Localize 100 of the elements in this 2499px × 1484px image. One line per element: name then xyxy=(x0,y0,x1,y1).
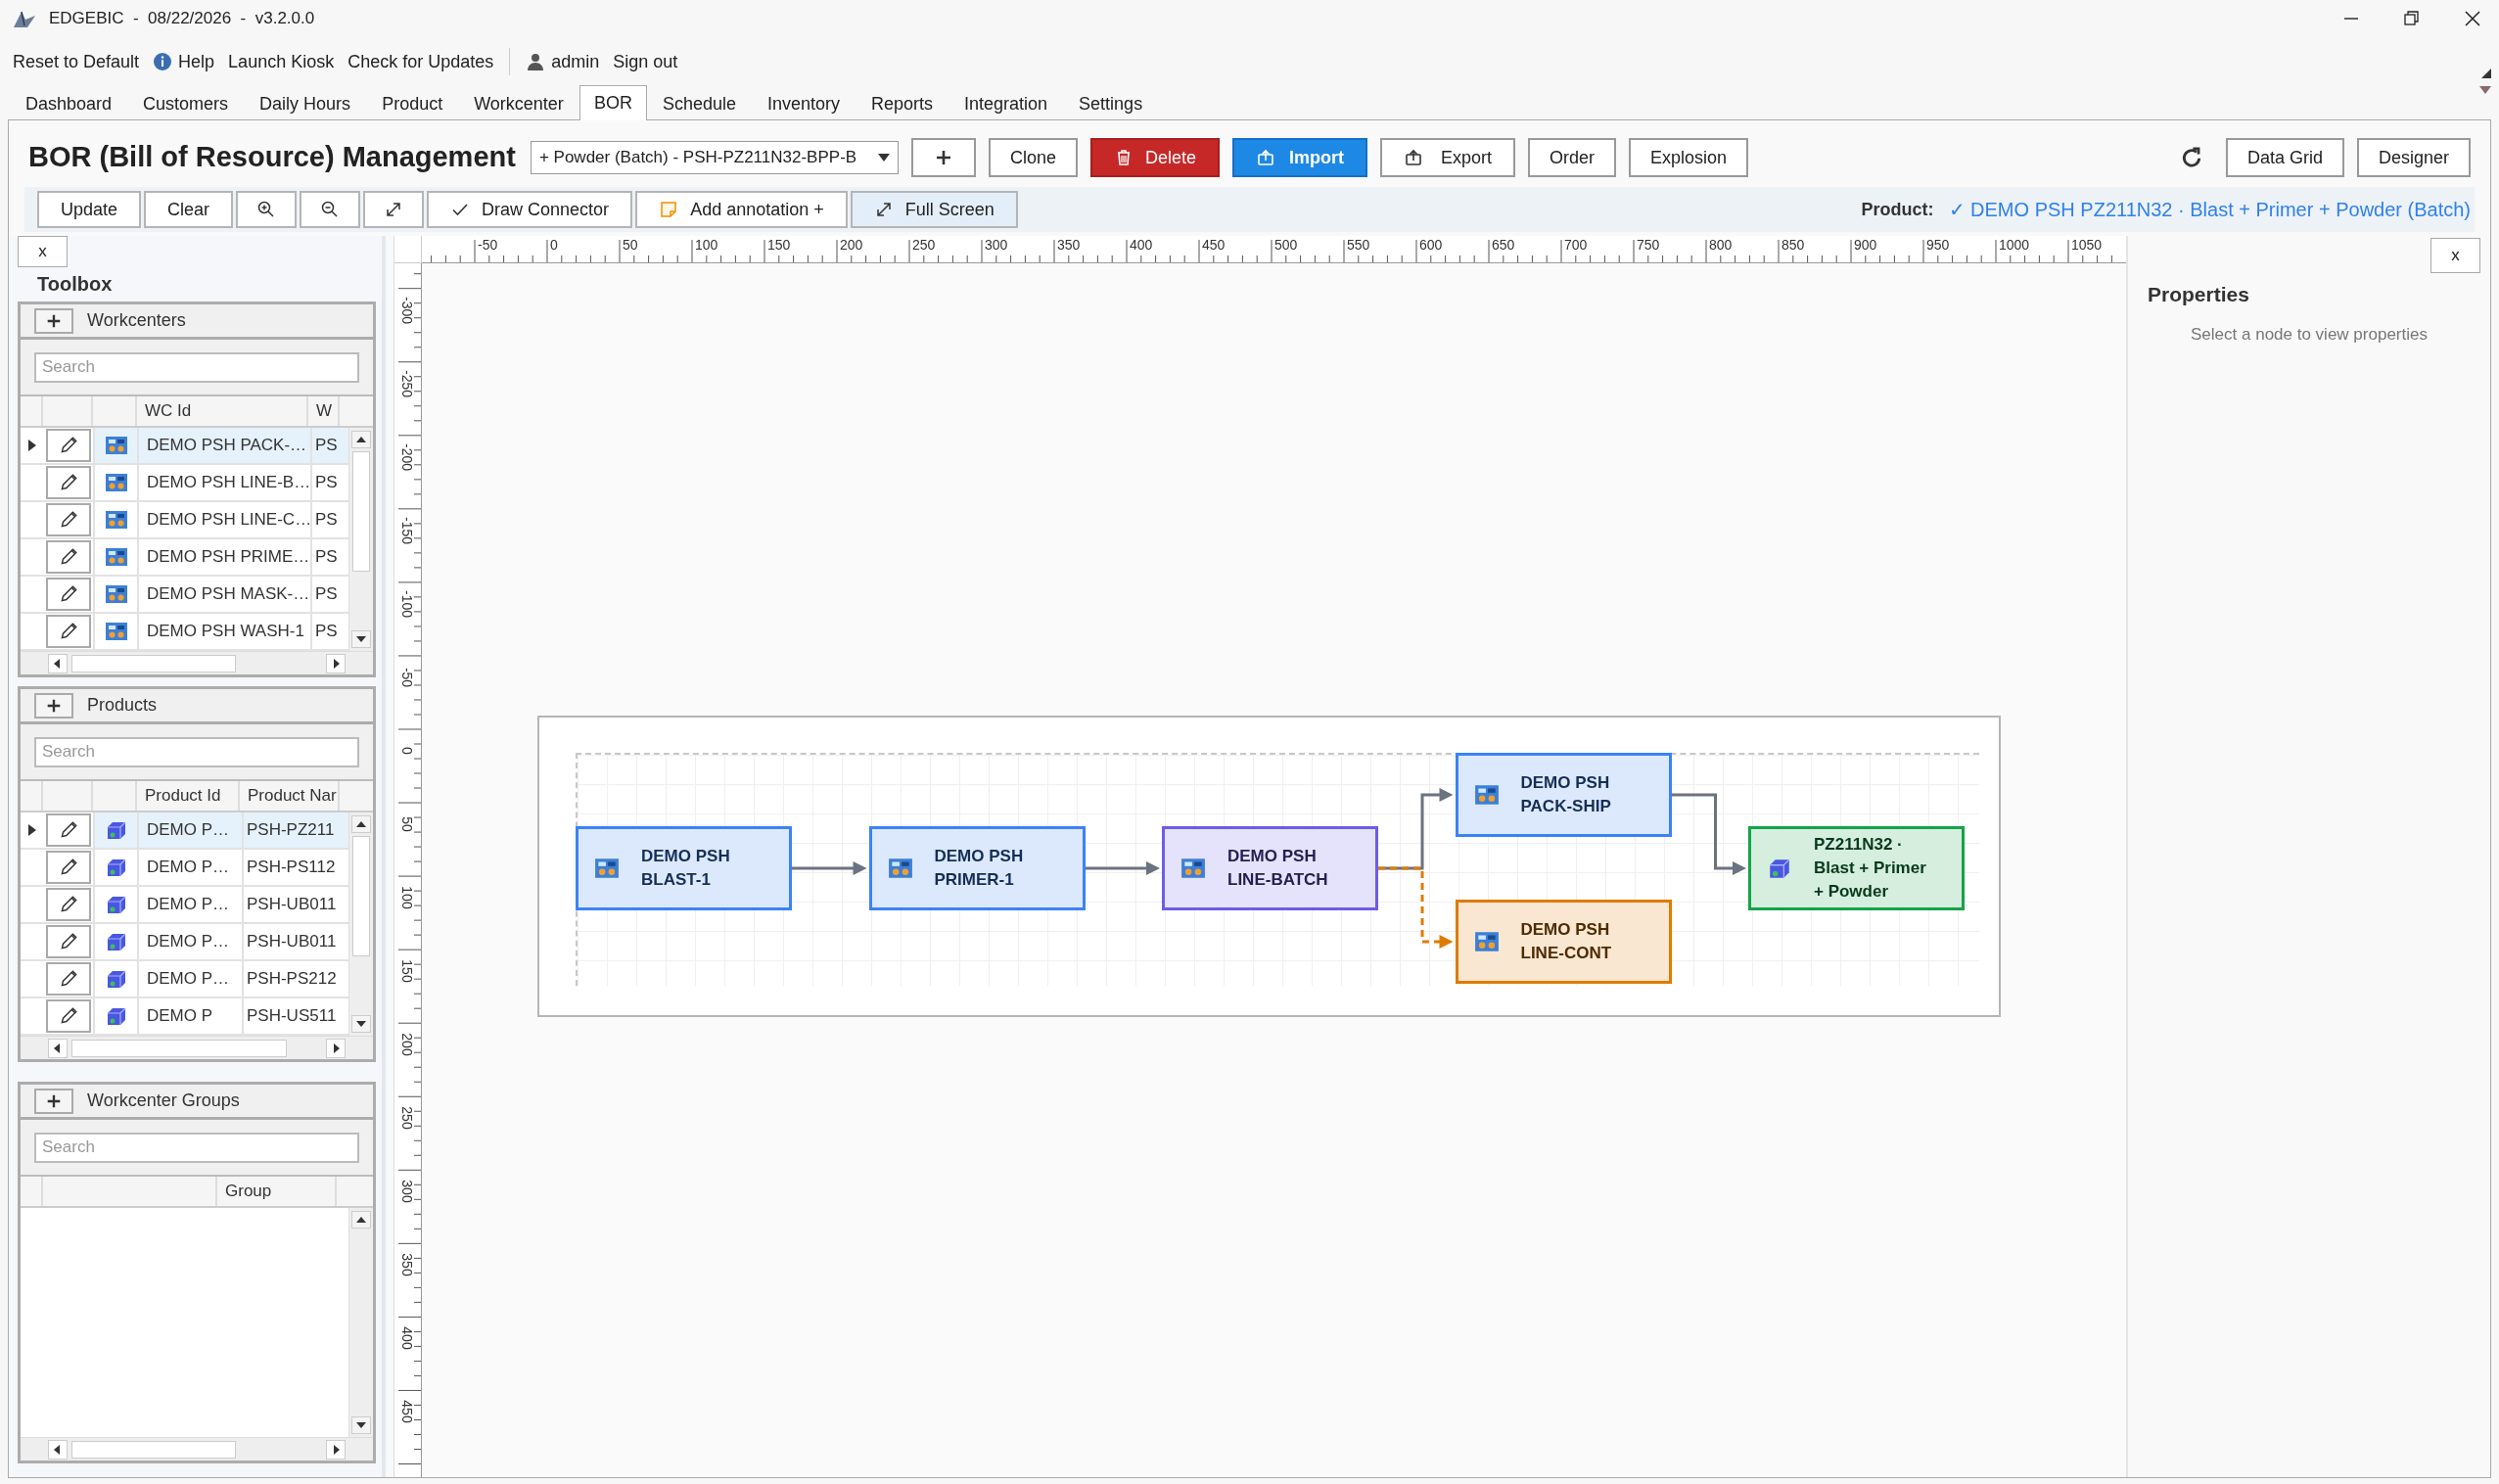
action-button[interactable]: Designer xyxy=(2356,138,2471,177)
tab[interactable]: Product xyxy=(366,88,459,119)
column-header[interactable]: W xyxy=(316,398,333,424)
table-cell[interactable]: PSH-PS212 xyxy=(247,966,337,992)
scroll-left-icon[interactable] xyxy=(48,1439,68,1460)
table-cell[interactable]: PSH-US511 xyxy=(247,1003,337,1029)
close-button[interactable]: x xyxy=(18,236,68,267)
vertical-scrollbar[interactable] xyxy=(348,428,373,651)
scroll-down-icon[interactable] xyxy=(351,1015,371,1033)
table-cell[interactable]: PSH-UB011 xyxy=(247,892,337,917)
action-button[interactable]: Export xyxy=(1379,138,1515,177)
connector-arrow[interactable] xyxy=(1378,866,1454,949)
scroll-down-icon[interactable] xyxy=(351,1416,371,1434)
action-button[interactable]: Order xyxy=(1528,138,1616,177)
edit-button[interactable] xyxy=(45,888,91,921)
edit-button[interactable] xyxy=(45,466,91,499)
table-cell[interactable]: DEMO PSH PRIME… xyxy=(147,544,310,570)
column-header[interactable]: Group xyxy=(225,1179,272,1204)
scroll-right-icon[interactable] xyxy=(326,1439,346,1460)
scroll-up-icon[interactable] xyxy=(351,815,371,833)
scroll-right-icon[interactable] xyxy=(326,653,346,673)
scroll-thumb[interactable] xyxy=(352,451,370,572)
connector-arrow[interactable] xyxy=(1671,793,1746,875)
tab[interactable]: Dashboard xyxy=(10,88,128,119)
edit-button[interactable] xyxy=(45,615,91,648)
search-field[interactable]: Search xyxy=(34,351,359,383)
add-button[interactable] xyxy=(34,307,73,334)
toolbar-button[interactable] xyxy=(300,191,361,228)
column-header[interactable]: Product Nar xyxy=(248,783,337,809)
scroll-right-icon[interactable] xyxy=(326,1038,346,1058)
table-cell[interactable]: PSH-PS112 xyxy=(247,855,336,880)
edit-button[interactable] xyxy=(45,540,91,574)
scroll-thumb[interactable] xyxy=(71,1440,236,1459)
table-cell[interactable]: DEMO P xyxy=(147,1003,213,1029)
table-cell[interactable]: DEMO PSH LINE-B… xyxy=(147,470,311,495)
table-cell[interactable]: DEMO P… xyxy=(147,966,230,992)
scroll-thumb[interactable] xyxy=(71,654,236,672)
edit-button[interactable] xyxy=(45,578,91,611)
table-cell[interactable]: DEMO PSH LINE-C… xyxy=(147,507,312,533)
add-button[interactable] xyxy=(34,692,73,719)
action-button[interactable]: Explosion xyxy=(1629,138,1749,177)
tab[interactable]: Schedule xyxy=(646,88,752,119)
toolbar-button[interactable]: Add annotation + xyxy=(635,191,848,228)
diagram-node[interactable]: DEMO PSH LINE-CONT xyxy=(1455,900,1672,984)
menu-link[interactable]: Launch Kiosk xyxy=(228,48,335,75)
table-cell[interactable]: PSH-PZ211 xyxy=(247,817,335,843)
scroll-up-icon[interactable] xyxy=(351,431,371,448)
horizontal-scrollbar[interactable] xyxy=(21,1036,373,1059)
connector-arrow[interactable] xyxy=(792,861,867,875)
table-cell[interactable]: DEMO P… xyxy=(147,892,230,917)
table-cell[interactable]: PS xyxy=(315,619,338,644)
help-link[interactable]: Help xyxy=(178,48,215,75)
table-cell[interactable]: DEMO P… xyxy=(147,817,230,843)
diagram-node[interactable]: DEMO PSH PRIMER-1 xyxy=(868,826,1086,910)
horizontal-scrollbar[interactable] xyxy=(21,1437,373,1461)
menu-link[interactable]: Reset to Default xyxy=(13,48,140,75)
add-button[interactable] xyxy=(34,1088,73,1114)
edit-button[interactable] xyxy=(45,813,91,847)
column-header[interactable]: WC Id xyxy=(145,398,192,424)
toolbar-button[interactable]: Full Screen xyxy=(850,191,1018,228)
edit-button[interactable] xyxy=(45,925,91,958)
vertical-scrollbar[interactable] xyxy=(348,812,373,1036)
tab[interactable]: Integration xyxy=(949,88,1064,119)
table-cell[interactable]: DEMO P… xyxy=(147,855,230,880)
tab[interactable]: Inventory xyxy=(751,88,856,119)
menu-link[interactable]: Sign out xyxy=(613,48,678,75)
action-button[interactable]: Import xyxy=(1231,138,1367,177)
scroll-thumb[interactable] xyxy=(71,1039,287,1057)
table-cell[interactable]: PS xyxy=(315,507,338,533)
toolbar-button[interactable]: Clear xyxy=(144,191,234,228)
tab[interactable]: Reports xyxy=(856,88,949,119)
table-cell[interactable]: PSH-UB011 xyxy=(247,929,337,954)
edit-button[interactable] xyxy=(45,962,91,996)
collapse-triangle-icon[interactable] xyxy=(2481,69,2491,78)
table-cell[interactable]: DEMO PSH PACK-… xyxy=(147,433,307,458)
table-cell[interactable]: PS xyxy=(315,581,338,607)
search-field[interactable]: Search xyxy=(34,1132,359,1163)
action-button[interactable]: Delete xyxy=(1089,138,1220,177)
diagram-node[interactable]: DEMO PSH PACK-SHIP xyxy=(1455,753,1672,837)
tab[interactable]: Settings xyxy=(1063,88,1159,119)
close-button[interactable]: x xyxy=(2430,238,2480,273)
toolbar-button[interactable]: Update xyxy=(37,191,142,228)
edit-button[interactable] xyxy=(45,999,91,1033)
column-header[interactable]: Product Id xyxy=(145,783,221,809)
scroll-down-icon[interactable] xyxy=(351,630,371,648)
connector-arrow[interactable] xyxy=(1085,861,1160,875)
user-name[interactable]: admin xyxy=(551,48,600,75)
scroll-thumb[interactable] xyxy=(352,836,370,956)
dropdown-triangle-icon[interactable] xyxy=(2479,86,2491,94)
action-button[interactable]: Clone xyxy=(988,138,1078,177)
diagram-node[interactable]: DEMO PSH LINE-BATCH xyxy=(1162,826,1378,910)
scroll-left-icon[interactable] xyxy=(48,653,68,673)
close-icon[interactable] xyxy=(2464,10,2481,27)
action-button[interactable]: Data Grid xyxy=(2225,138,2344,177)
edit-button[interactable] xyxy=(45,429,91,462)
toolbar-button[interactable] xyxy=(363,191,425,228)
table-cell[interactable]: DEMO PSH WASH-1 xyxy=(147,619,304,644)
edit-button[interactable] xyxy=(45,851,91,884)
tab[interactable]: Daily Hours xyxy=(244,88,367,119)
diagram-node[interactable]: PZ211N32 · Blast + Primer + Powder xyxy=(1748,826,1965,910)
